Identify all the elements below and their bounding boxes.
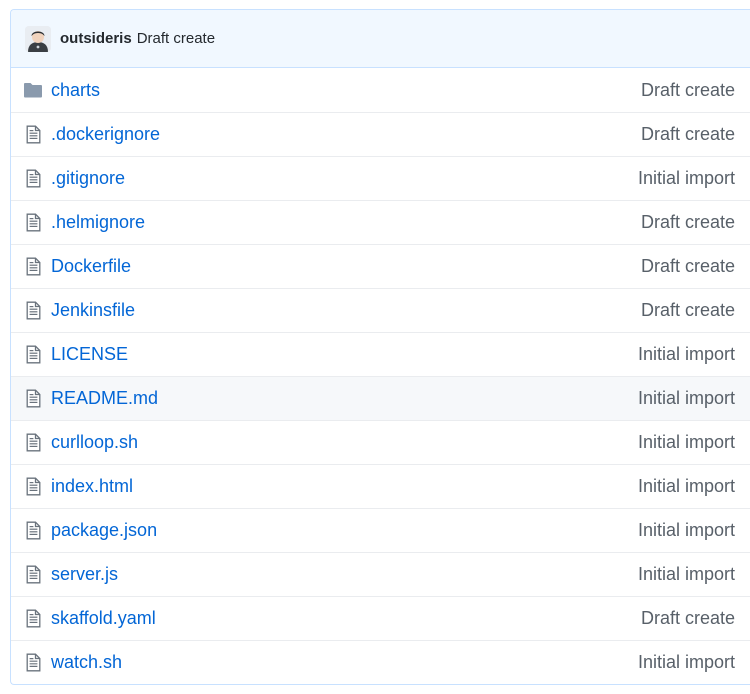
file-row[interactable]: README.md Initial import — [11, 376, 750, 420]
commit-message-link[interactable]: Draft create — [641, 212, 735, 233]
file-row[interactable]: Jenkinsfile Draft create — [11, 288, 750, 332]
file-name-link[interactable]: LICENSE — [51, 344, 128, 365]
file-name-link[interactable]: .dockerignore — [51, 124, 160, 145]
file-name-link[interactable]: Jenkinsfile — [51, 300, 135, 321]
commit-message-link[interactable]: Initial import — [638, 168, 735, 189]
file-icon — [23, 125, 43, 145]
file-row[interactable]: server.js Initial import — [11, 552, 750, 596]
file-name-link[interactable]: README.md — [51, 388, 158, 409]
file-row[interactable]: skaffold.yaml Draft create — [11, 596, 750, 640]
commit-message-link[interactable]: Initial import — [638, 520, 735, 541]
file-name-link[interactable]: .gitignore — [51, 168, 125, 189]
file-browser: outsideris Draft create charts Draft crea… — [10, 9, 750, 685]
file-icon — [23, 653, 43, 673]
commit-message-link[interactable]: Initial import — [638, 344, 735, 365]
file-row[interactable]: LICENSE Initial import — [11, 332, 750, 376]
file-icon — [23, 521, 43, 541]
commit-message[interactable]: Draft create — [137, 30, 215, 47]
file-row[interactable]: .gitignore Initial import — [11, 156, 750, 200]
commit-message-link[interactable]: Draft create — [641, 80, 735, 101]
commit-message-link[interactable]: Initial import — [638, 564, 735, 585]
commit-message-link[interactable]: Draft create — [641, 256, 735, 277]
commit-author[interactable]: outsideris — [60, 30, 132, 47]
folder-icon — [23, 80, 43, 100]
file-icon — [23, 213, 43, 233]
file-name-link[interactable]: Dockerfile — [51, 256, 131, 277]
file-row[interactable]: .dockerignore Draft create — [11, 112, 750, 156]
file-name-link[interactable]: charts — [51, 80, 100, 101]
file-icon — [23, 257, 43, 277]
file-icon — [23, 477, 43, 497]
file-row[interactable]: package.json Initial import — [11, 508, 750, 552]
file-icon — [23, 389, 43, 409]
file-row[interactable]: charts Draft create — [11, 68, 750, 112]
file-row[interactable]: watch.sh Initial import — [11, 640, 750, 684]
file-name-link[interactable]: curlloop.sh — [51, 432, 138, 453]
commit-message-link[interactable]: Draft create — [641, 300, 735, 321]
avatar[interactable] — [25, 25, 51, 52]
file-icon — [23, 565, 43, 585]
commit-message-link[interactable]: Initial import — [638, 432, 735, 453]
file-name-link[interactable]: watch.sh — [51, 652, 122, 673]
commit-message-link[interactable]: Draft create — [641, 608, 735, 629]
file-row[interactable]: curlloop.sh Initial import — [11, 420, 750, 464]
file-icon — [23, 433, 43, 453]
file-row[interactable]: .helmignore Draft create — [11, 200, 750, 244]
file-name-link[interactable]: skaffold.yaml — [51, 608, 156, 629]
file-name-link[interactable]: server.js — [51, 564, 118, 585]
file-row[interactable]: index.html Initial import — [11, 464, 750, 508]
commit-message-link[interactable]: Draft create — [641, 124, 735, 145]
commit-header: outsideris Draft create — [11, 10, 750, 68]
commit-message-link[interactable]: Initial import — [638, 476, 735, 497]
commit-message-link[interactable]: Initial import — [638, 652, 735, 673]
file-icon — [23, 609, 43, 629]
commit-message-link[interactable]: Initial import — [638, 388, 735, 409]
file-name-link[interactable]: index.html — [51, 476, 133, 497]
file-row[interactable]: Dockerfile Draft create — [11, 244, 750, 288]
file-icon — [23, 301, 43, 321]
file-icon — [23, 345, 43, 365]
file-name-link[interactable]: .helmignore — [51, 212, 145, 233]
file-icon — [23, 169, 43, 189]
file-name-link[interactable]: package.json — [51, 520, 157, 541]
file-list: charts Draft create .dockerignore Draft cre… — [11, 68, 750, 684]
